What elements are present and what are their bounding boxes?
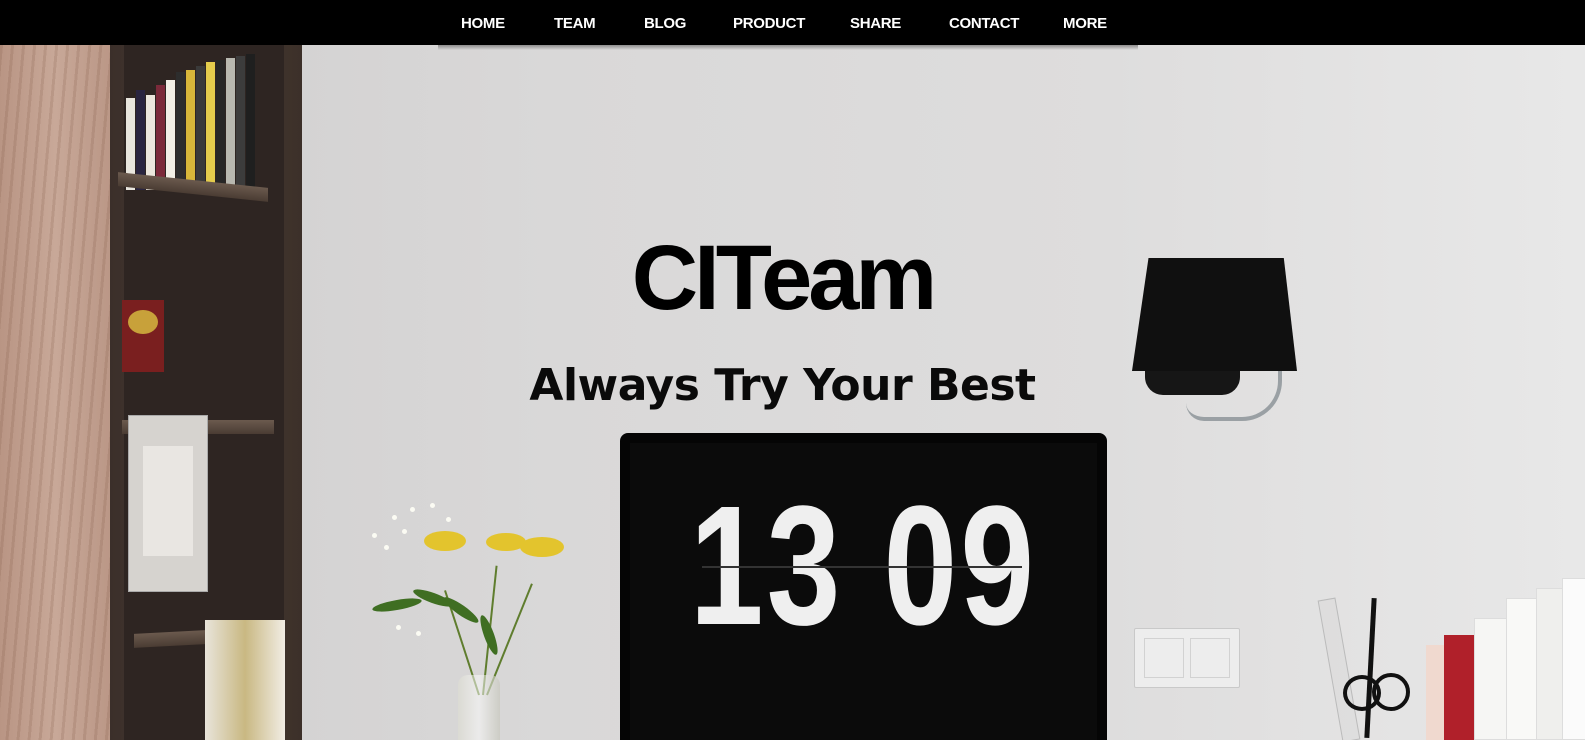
- white-blossom: [372, 533, 377, 538]
- book: [206, 62, 215, 190]
- white-blossom: [430, 503, 435, 508]
- white-blossom: [392, 515, 397, 520]
- lower-shelf-books: [205, 620, 285, 740]
- nav-item-contact[interactable]: CONTACT: [949, 0, 1019, 45]
- top-navigation-bar: HOME TEAM BLOG PRODUCT SHARE CONTACT MOR…: [0, 0, 1585, 45]
- light-switch: [1134, 628, 1240, 688]
- book: [226, 58, 235, 190]
- nav-item-product[interactable]: PRODUCT: [733, 0, 805, 45]
- book: [1426, 645, 1446, 740]
- desktop-monitor: 13 09: [620, 433, 1107, 740]
- book: [196, 66, 205, 190]
- nav-menu: HOME TEAM BLOG PRODUCT SHARE CONTACT MOR…: [0, 0, 1585, 45]
- book: [236, 56, 245, 190]
- book: [1444, 635, 1474, 740]
- nav-item-more[interactable]: MORE: [1063, 0, 1107, 45]
- book: [156, 85, 165, 190]
- white-blossom: [402, 529, 407, 534]
- picture-frame-photo: [143, 446, 193, 556]
- book: [1536, 588, 1564, 740]
- book: [1474, 618, 1508, 740]
- book: [186, 70, 195, 190]
- book-stack-right: [1426, 560, 1585, 740]
- nav-item-team[interactable]: TEAM: [554, 0, 596, 45]
- white-blossom: [396, 625, 401, 630]
- yellow-flower: [520, 537, 564, 557]
- book: [246, 54, 255, 190]
- yellow-flower: [424, 531, 466, 551]
- book: [176, 72, 185, 190]
- nav-item-blog[interactable]: BLOG: [644, 0, 686, 45]
- site-tagline: Always Try Your Best: [529, 360, 1036, 411]
- book: [166, 80, 175, 190]
- white-blossom: [410, 507, 415, 512]
- book: [216, 60, 225, 190]
- nav-item-home[interactable]: HOME: [461, 0, 505, 45]
- scissors-handle: [1372, 673, 1410, 711]
- book: [1562, 578, 1585, 740]
- switch-button: [1190, 638, 1230, 678]
- book: [1506, 598, 1538, 740]
- white-blossom: [384, 545, 389, 550]
- glass-vase: [458, 675, 500, 740]
- white-blossom: [416, 631, 421, 636]
- flip-clock-divider: [702, 566, 1022, 568]
- switch-button: [1144, 638, 1184, 678]
- nav-item-share[interactable]: SHARE: [850, 0, 901, 45]
- shelf-books: [126, 45, 266, 190]
- nav-shadow: [438, 45, 1138, 50]
- site-title: CITeam: [631, 227, 938, 329]
- picture-frame: [128, 415, 208, 592]
- white-blossom: [446, 517, 451, 522]
